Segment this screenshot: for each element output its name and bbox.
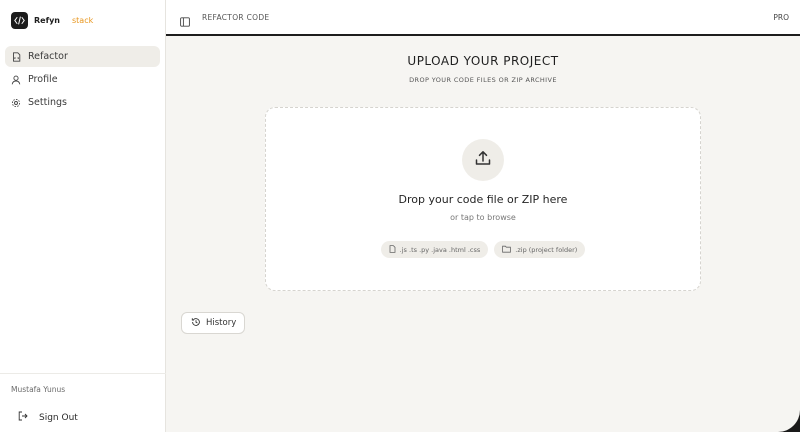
file-type-chips: .js .ts .py .java .html .css .zip (proje… — [266, 241, 700, 258]
sidebar-item-label: Profile — [28, 74, 58, 85]
main-content: REFACTOR CODE PRO UPLOAD YOUR PROJECT DR… — [166, 0, 800, 432]
user-name: Mustafa Yunus — [11, 385, 66, 394]
sidebar-item-refactor[interactable]: Refactor — [5, 46, 160, 67]
chip-label: .zip (project folder) — [515, 245, 578, 254]
sidebar-toggle-icon[interactable] — [180, 12, 190, 27]
logout-icon — [18, 411, 28, 424]
sign-out-label: Sign Out — [39, 412, 78, 423]
upload-icon — [474, 149, 492, 171]
upload-heading: UPLOAD YOUR PROJECT — [407, 54, 559, 68]
chip-zip: .zip (project folder) — [494, 241, 586, 258]
sidebar-item-label: Settings — [28, 97, 67, 108]
sidebar-item-settings[interactable]: Settings — [5, 92, 160, 113]
file-dropzone[interactable]: Drop your code file or ZIP here or tap t… — [265, 107, 701, 291]
sidebar-nav: Refactor Profile Settings — [5, 46, 160, 115]
sidebar-item-label: Refactor — [28, 51, 68, 62]
gear-icon — [11, 98, 21, 108]
user-icon — [11, 75, 21, 85]
brand-name: Refyn — [34, 16, 60, 25]
upload-subheading: DROP YOUR CODE FILES OR ZIP ARCHIVE — [409, 76, 557, 84]
brand[interactable]: Refyn stack — [11, 12, 93, 29]
sidebar: Refyn stack Refactor Profile Settings Mu… — [0, 0, 166, 432]
page-title: REFACTOR CODE — [202, 12, 270, 22]
file-icon — [389, 244, 396, 255]
code-logo-icon — [11, 12, 28, 29]
topbar: REFACTOR CODE PRO — [166, 0, 800, 36]
app-window: Refyn stack Refactor Profile Settings Mu… — [0, 0, 800, 432]
file-code-icon — [11, 51, 21, 62]
history-icon — [191, 317, 201, 330]
sign-out-button[interactable]: Sign Out — [18, 411, 78, 424]
dropzone-title: Drop your code file or ZIP here — [398, 193, 568, 206]
chip-code-files: .js .ts .py .java .html .css — [380, 241, 489, 258]
folder-icon — [502, 245, 512, 255]
chip-label: .js .ts .py .java .html .css — [399, 245, 481, 254]
dropzone-subtitle: or tap to browse — [450, 213, 516, 222]
upload-button[interactable] — [462, 139, 504, 181]
plan-badge: PRO — [773, 13, 789, 22]
sidebar-item-profile[interactable]: Profile — [5, 69, 160, 90]
history-label: History — [206, 318, 237, 328]
brand-tag: stack — [71, 16, 94, 25]
history-button[interactable]: History — [181, 312, 246, 334]
user-area: Mustafa Yunus Sign Out — [0, 373, 166, 432]
